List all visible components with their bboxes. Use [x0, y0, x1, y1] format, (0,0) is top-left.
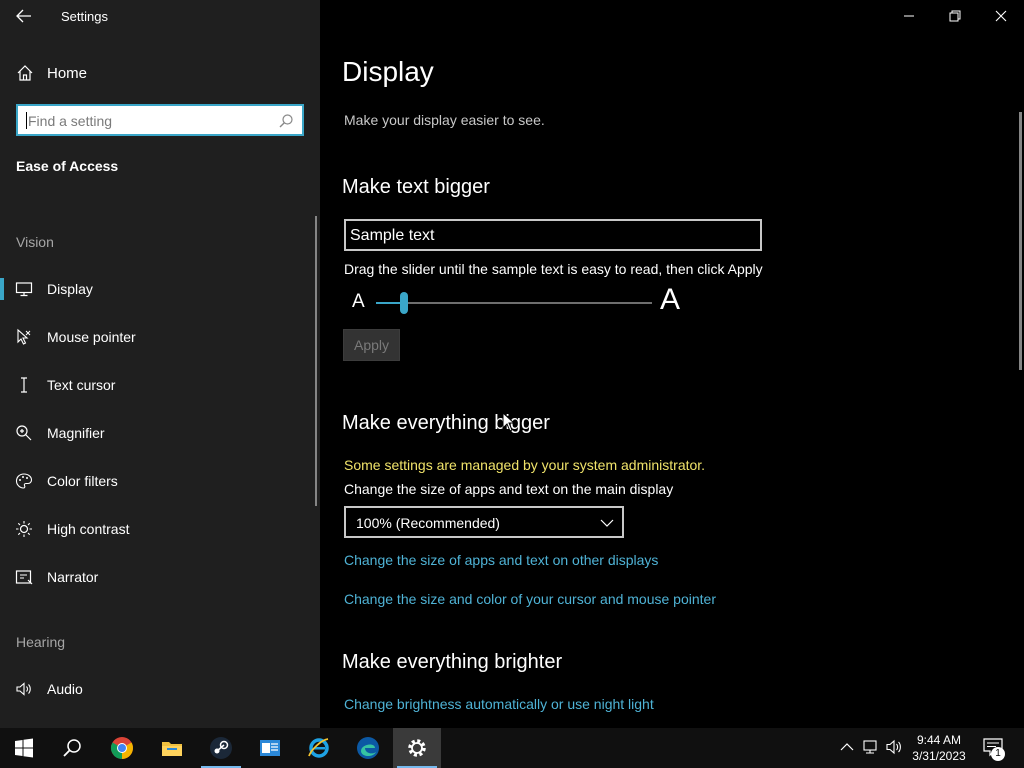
back-arrow-icon [16, 9, 31, 23]
brightness-icon [16, 521, 32, 537]
text-size-slider[interactable] [376, 292, 652, 314]
taskbar-settings[interactable] [393, 728, 441, 768]
sidebar-item-label: High contrast [47, 521, 130, 537]
taskbar: 9:44 AM 3/31/2023 1 [0, 728, 1024, 768]
heading-make-everything-brighter: Make everything brighter [342, 651, 563, 673]
window-title: Settings [61, 9, 108, 24]
active-indicator [0, 278, 4, 300]
sidebar-item-audio[interactable]: Audio [0, 669, 316, 709]
mouse-pointer-icon [17, 328, 31, 345]
clock-date: 3/31/2023 [912, 749, 966, 763]
sidebar-item-mouse-pointer[interactable]: Mouse pointer [0, 317, 316, 357]
chevron-down-icon [600, 519, 614, 527]
clock[interactable]: 9:44 AM 3/31/2023 [907, 732, 971, 764]
taskbar-internet-explorer[interactable] [295, 728, 343, 768]
slider-thumb[interactable] [399, 292, 408, 314]
edge-icon [357, 737, 379, 759]
scale-value: 100% (Recommended) [356, 515, 500, 531]
taskbar-search-button[interactable] [48, 728, 96, 768]
clock-time: 9:44 AM [916, 733, 962, 747]
managed-notice: Some settings are managed by your system… [344, 457, 706, 473]
sidebar-item-label: Magnifier [47, 425, 105, 441]
large-a-label: A [660, 283, 681, 316]
search-icon [63, 739, 81, 757]
link-cursor-pointer[interactable]: Change the size and color of your cursor… [344, 591, 716, 607]
slider-hint: Drag the slider until the sample text is… [344, 261, 763, 277]
chevron-up-icon[interactable] [840, 739, 854, 755]
file-explorer-icon [162, 742, 182, 756]
heading-make-text-bigger: Make text bigger [342, 176, 490, 198]
start-button[interactable] [0, 728, 48, 768]
steam-icon [210, 737, 232, 759]
taskbar-edge[interactable] [344, 728, 392, 768]
sidebar-item-label: Color filters [47, 473, 118, 489]
volume-icon[interactable] [886, 739, 904, 755]
group-label-vision: Vision [16, 234, 54, 250]
sidebar-item-label: Display [47, 281, 93, 297]
sidebar-item-label: Text cursor [47, 377, 116, 393]
small-a-label: A [352, 291, 365, 312]
link-other-displays[interactable]: Change the size of apps and text on othe… [344, 552, 658, 568]
sidebar-item-display[interactable]: Display [0, 269, 316, 309]
sidebar-item-label: Narrator [47, 569, 99, 585]
page-subtitle: Make your display easier to see. [344, 112, 545, 128]
speaker-icon [16, 682, 31, 696]
settings-window: Settings Home Ease of Access Vision Disp… [0, 0, 1024, 728]
notification-count-badge: 1 [991, 747, 1005, 761]
taskbar-steam[interactable] [197, 728, 245, 768]
group-label-hearing: Hearing [16, 634, 66, 650]
start-icon [15, 738, 33, 758]
search-input[interactable] [28, 111, 268, 131]
taskbar-file-explorer[interactable] [148, 728, 196, 768]
internet-explorer-icon [308, 738, 329, 758]
sidebar-item-label: Mouse pointer [47, 329, 136, 345]
search-box[interactable] [16, 104, 304, 136]
apply-button[interactable]: Apply [343, 329, 400, 361]
mail-app-icon [260, 740, 280, 756]
settings-icon [408, 739, 426, 757]
network-icon[interactable] [862, 739, 880, 755]
page-title: Display [342, 56, 434, 87]
magnifier-icon [16, 425, 32, 441]
mouse-cursor-icon [502, 412, 516, 432]
link-brightness-night-light[interactable]: Change brightness automatically or use n… [344, 696, 654, 712]
back-button[interactable] [14, 6, 34, 26]
sidebar-item-text-cursor[interactable]: Text cursor [0, 365, 316, 405]
chrome-icon [111, 737, 133, 759]
taskbar-chrome[interactable] [98, 728, 146, 768]
sidebar-item-label: Home [47, 65, 88, 82]
narrator-icon [15, 570, 33, 585]
taskbar-mail-app[interactable] [246, 728, 294, 768]
color-palette-icon [15, 473, 33, 489]
text-cursor-icon [21, 377, 27, 393]
sample-text: Sample text [350, 227, 435, 244]
sample-text-box: Sample text [344, 219, 762, 251]
text-caret [26, 112, 27, 129]
main-scrollbar[interactable] [1019, 112, 1022, 370]
heading-make-everything-bigger: Make everything bigger [342, 412, 550, 434]
sidebar-item-high-contrast[interactable]: High contrast [0, 509, 316, 549]
section-heading: Ease of Access [16, 158, 119, 174]
sidebar: Settings Home Ease of Access Vision Disp… [0, 0, 320, 728]
monitor-icon [15, 282, 33, 297]
sidebar-scrollbar[interactable] [315, 216, 317, 506]
main-content: Display Make your display easier to see.… [320, 0, 1024, 728]
sidebar-item-color-filters[interactable]: Color filters [0, 461, 316, 501]
scale-label: Change the size of apps and text on the … [344, 481, 674, 497]
search-icon [279, 114, 293, 128]
sidebar-item-home[interactable]: Home [0, 54, 320, 92]
scale-dropdown[interactable]: 100% (Recommended) [344, 506, 624, 538]
sidebar-item-label: Audio [47, 681, 83, 697]
sidebar-item-narrator[interactable]: Narrator [0, 557, 316, 597]
home-icon [17, 65, 33, 81]
sidebar-item-magnifier[interactable]: Magnifier [0, 413, 316, 453]
